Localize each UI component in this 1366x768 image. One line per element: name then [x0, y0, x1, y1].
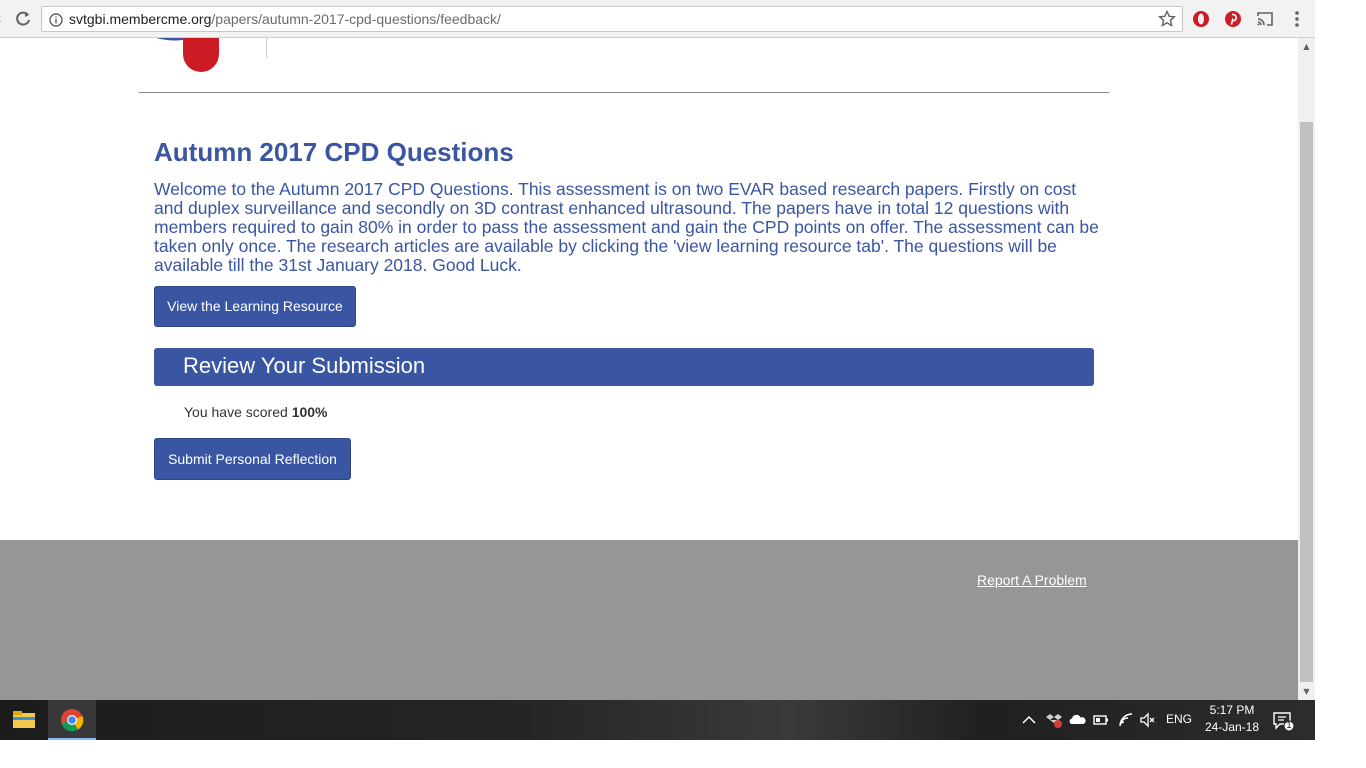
page-viewport: Autumn 2017 CPD Questions Welcome to the… — [0, 38, 1298, 700]
site-logo[interactable] — [150, 38, 250, 74]
cast-icon[interactable] — [1256, 10, 1274, 28]
screen-margin — [1315, 0, 1366, 768]
notification-count: 1 — [1286, 720, 1292, 730]
score-text: You have scored 100% — [184, 404, 328, 420]
scroll-down-arrow-icon[interactable]: ▼ — [1298, 683, 1315, 700]
vertical-scrollbar[interactable]: ▲ ▼ — [1298, 38, 1315, 700]
page-footer: Report A Problem — [0, 540, 1298, 700]
back-icon[interactable]: ‹ — [0, 10, 8, 28]
address-bar[interactable]: svtgbi.membercme.org/papers/autumn-2017-… — [41, 6, 1183, 32]
url-domain: svtgbi.membercme.org — [69, 11, 212, 27]
view-learning-resource-button[interactable]: View the Learning Resource — [154, 286, 356, 327]
report-problem-link[interactable]: Report A Problem — [977, 572, 1087, 588]
pinterest-icon[interactable] — [1224, 10, 1242, 28]
onedrive-icon[interactable] — [1068, 711, 1086, 729]
score-value: 100% — [291, 404, 328, 420]
chrome-icon[interactable] — [48, 700, 96, 740]
intro-paragraph: Welcome to the Autumn 2017 CPD Questions… — [154, 179, 1099, 275]
submit-personal-reflection-button[interactable]: Submit Personal Reflection — [154, 438, 351, 480]
file-explorer-icon[interactable] — [0, 700, 48, 740]
tray-chevron-icon[interactable] — [1020, 711, 1038, 729]
volume-muted-icon[interactable] — [1139, 711, 1157, 729]
opera-icon[interactable] — [1192, 10, 1210, 28]
clock-date: 24-Jan-18 — [1204, 720, 1260, 734]
clock[interactable]: 5:17 PM 24-Jan-18 — [1204, 703, 1260, 734]
review-submission-title: Review Your Submission — [183, 353, 426, 378]
battery-icon[interactable] — [1092, 711, 1110, 729]
review-submission-header: Review Your Submission — [154, 348, 1094, 386]
score-label: You have scored — [184, 404, 292, 420]
header-divider — [266, 38, 267, 58]
page-title: Autumn 2017 CPD Questions — [154, 137, 514, 167]
notification-icon[interactable]: 1 — [1272, 710, 1296, 732]
scroll-up-arrow-icon[interactable]: ▲ — [1298, 38, 1315, 55]
info-icon[interactable] — [49, 12, 63, 27]
url-text[interactable]: svtgbi.membercme.org/papers/autumn-2017-… — [69, 11, 501, 27]
wifi-icon[interactable] — [1117, 711, 1135, 729]
screen-bottom-margin — [0, 740, 1366, 768]
star-icon[interactable] — [1157, 9, 1177, 28]
header-rule — [139, 92, 1109, 93]
dropbox-icon[interactable] — [1045, 711, 1063, 729]
clock-time: 5:17 PM — [1209, 703, 1255, 717]
browser-toolbar: ‹ svtgbi.membercme.org/papers/autumn-201… — [0, 0, 1315, 38]
menu-icon[interactable] — [1289, 9, 1305, 29]
language-indicator[interactable]: ENG — [1166, 712, 1192, 726]
url-path: /papers/autumn-2017-cpd-questions/feedba… — [211, 11, 501, 27]
scroll-thumb[interactable] — [1300, 122, 1313, 682]
reload-icon[interactable] — [12, 8, 34, 30]
windows-taskbar: ENG 5:17 PM 24-Jan-18 1 — [0, 700, 1315, 740]
